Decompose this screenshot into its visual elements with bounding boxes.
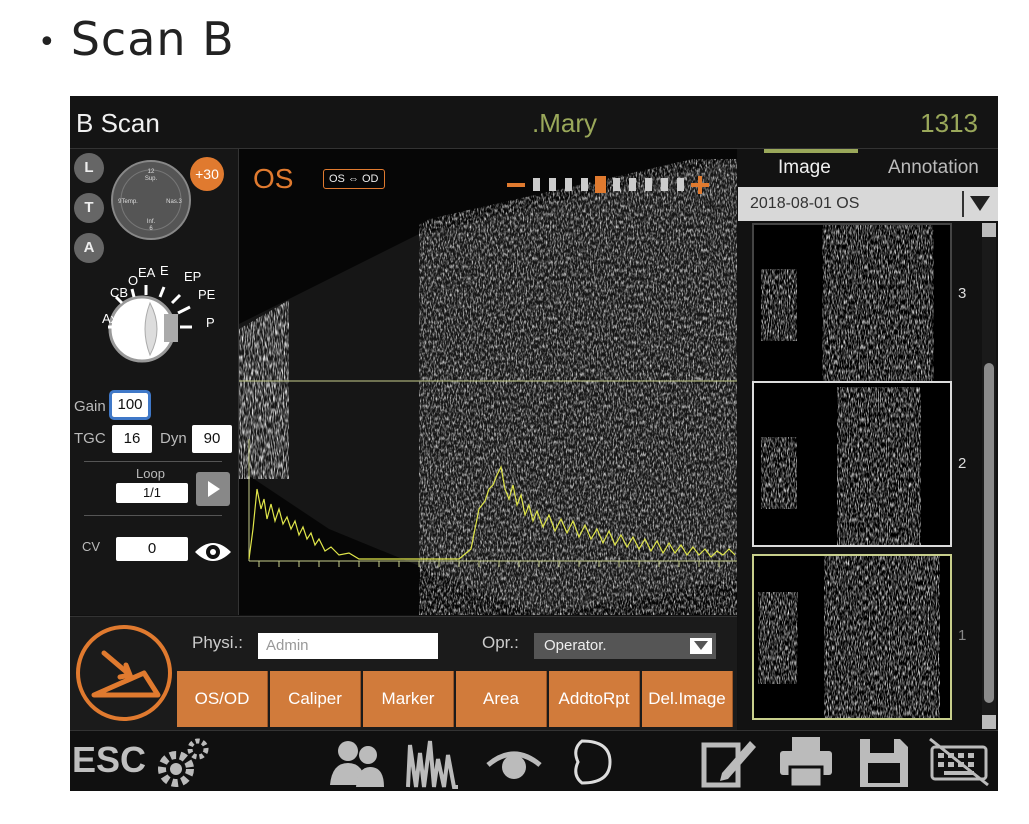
eye-label-p: P (206, 315, 215, 330)
thumbnail-2-number: 2 (958, 455, 967, 472)
separator (84, 515, 222, 516)
panel-tabs: Image Annotation (738, 149, 998, 187)
waveform-icon[interactable] (404, 735, 462, 789)
physician-input[interactable]: Admin (258, 633, 438, 659)
tgc-input[interactable]: 16 (112, 425, 152, 453)
eye-label-o: O (128, 273, 138, 288)
l-button[interactable]: L (74, 153, 104, 183)
date-select-value: 2018-08-01 OS (750, 195, 860, 212)
area-button[interactable]: Area (456, 671, 547, 727)
lens-icon[interactable] (564, 735, 620, 789)
os-od-toggle[interactable]: OS ⇔ OD (323, 169, 385, 189)
dyn-input[interactable]: 90 (192, 425, 232, 453)
marker-button[interactable]: Marker (363, 671, 454, 727)
separator (84, 461, 222, 462)
patient-name: .Mary (532, 108, 597, 138)
brand-logo-icon (76, 625, 172, 721)
keyboard-icon[interactable] (928, 735, 990, 789)
clock-top-num: 12 (148, 169, 155, 175)
delete-image-button[interactable]: Del.Image (642, 671, 733, 727)
left-panel: L T A 12 Sup. 9Temp. Nas.3 Inf. 6 +30 Ax… (70, 149, 239, 615)
thumbnail-1-number: 1 (958, 627, 967, 644)
tab-annotation[interactable]: Annotation (888, 157, 979, 179)
eye-label-cb: CB (110, 285, 128, 300)
settings-icon[interactable] (156, 735, 212, 789)
thumbnail-scrollbar[interactable] (982, 223, 996, 729)
operator-select[interactable]: Operator. (534, 633, 716, 659)
clock-left: 9Temp. (118, 199, 138, 205)
app-title: B Scan (76, 108, 160, 138)
clock-bottom: Inf. (147, 219, 156, 225)
chevron-down-icon[interactable] (970, 196, 990, 211)
image-panel: Image Annotation 2018-08-01 OS 3 2 1 (738, 149, 998, 729)
probe-position-diagram[interactable]: Ax CB O EA E EP PE P (80, 259, 230, 369)
tgc-label: TGC (74, 430, 106, 447)
thumbnail-3-number: 3 (958, 285, 967, 302)
scroll-thumb[interactable] (984, 363, 994, 703)
save-icon[interactable] (856, 735, 912, 789)
slide-title-text: Scan B (70, 12, 235, 66)
loop-label: Loop (136, 466, 165, 481)
eye-icon[interactable] (194, 539, 232, 565)
probe-clock-dial[interactable]: 12 Sup. 9Temp. Nas.3 Inf. 6 (110, 159, 192, 241)
cv-input[interactable]: 0 (116, 537, 188, 561)
scroll-down-icon[interactable] (982, 715, 996, 729)
thumbnail-1[interactable] (752, 554, 952, 720)
thumbnail-3[interactable] (752, 223, 952, 389)
device-screen: B Scan .Mary 1313 L T A 12 Sup. 9Temp. N… (70, 96, 998, 791)
caliper-button[interactable]: Caliper (270, 671, 361, 727)
patient-number: 1313 (920, 108, 978, 138)
gain-label: Gain (74, 398, 106, 415)
play-button[interactable] (196, 472, 230, 506)
chevron-down-icon[interactable] (690, 638, 712, 654)
eye-label-ax: Ax (102, 311, 118, 326)
bottom-toolbar: ESC (70, 730, 998, 791)
operator-value: Operator. (544, 637, 607, 654)
b-scan-display[interactable]: OS OS ⇔ OD (239, 149, 737, 615)
angle-badge[interactable]: +30 (190, 157, 224, 191)
date-select[interactable]: 2018-08-01 OS (738, 187, 998, 221)
dyn-label: Dyn (160, 430, 187, 447)
header-bar: B Scan .Mary 1313 (70, 96, 998, 149)
scroll-up-icon[interactable] (982, 223, 996, 237)
edit-icon[interactable] (700, 735, 758, 789)
eye-label-e: E (160, 263, 169, 278)
tab-image[interactable]: Image (778, 157, 831, 179)
clock-top: Sup. (145, 176, 158, 182)
thumbnail-2[interactable] (752, 381, 952, 547)
os-od-button[interactable]: OS/OD (177, 671, 268, 727)
control-panel: Physi.: Admin Opr.: Operator. OS/OD Cali… (70, 616, 737, 730)
eye-label-pe: PE (198, 287, 216, 302)
operator-label: Opr.: (482, 633, 519, 652)
eye-label-ea: EA (138, 265, 156, 280)
slide-title: • Scan B (38, 12, 235, 66)
eye-label-ep: EP (184, 269, 201, 284)
separator (962, 191, 964, 217)
esc-button[interactable]: ESC (72, 739, 146, 781)
gain-input[interactable]: 100 (109, 390, 151, 420)
eye-icon[interactable] (484, 735, 544, 789)
eye-side-label: OS (253, 163, 294, 194)
cv-label: CV (82, 539, 101, 554)
bullet: • (38, 25, 57, 60)
physician-label: Physi.: (192, 633, 244, 652)
loop-input[interactable]: 1/1 (116, 483, 188, 503)
patients-icon[interactable] (328, 735, 386, 789)
t-button[interactable]: T (74, 193, 104, 223)
clock-right: Nas.3 (166, 199, 182, 205)
active-tab-indicator (764, 149, 858, 153)
print-icon[interactable] (776, 735, 836, 789)
add-to-report-button[interactable]: AddtoRpt (549, 671, 640, 727)
